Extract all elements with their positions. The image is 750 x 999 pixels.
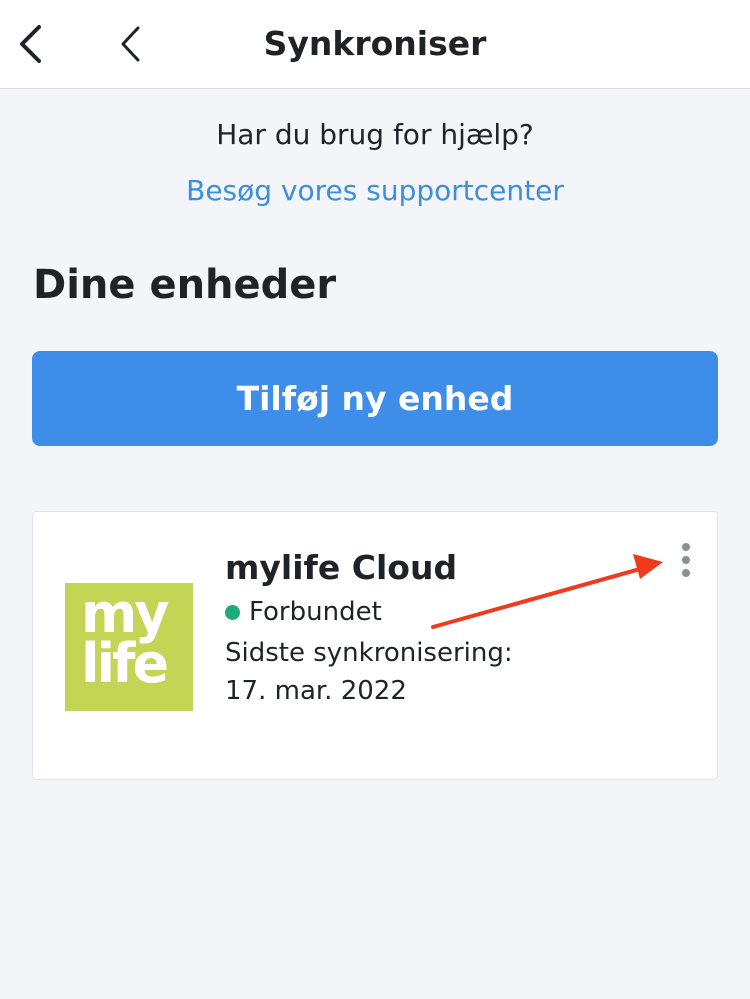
more-vertical-icon <box>682 569 690 577</box>
add-device-button[interactable]: Tilføj ny enhed <box>32 351 718 446</box>
help-question: Har du brug for hjælp? <box>216 118 534 151</box>
more-vertical-icon <box>682 556 690 564</box>
mylife-logo: my life <box>65 583 193 711</box>
more-options-button[interactable] <box>671 540 701 580</box>
last-sync-date: 17. mar. 2022 <box>225 676 407 706</box>
devices-heading: Dine enheder <box>33 262 337 308</box>
last-sync-label: Sidste synkronisering: <box>225 638 513 668</box>
status-dot-icon <box>225 604 240 620</box>
status-label: Forbundet <box>249 597 382 627</box>
page-title: Synkroniser <box>263 24 487 63</box>
support-center-link[interactable]: Besøg vores supportcenter <box>0 174 750 207</box>
top-bar: Synkroniser <box>0 0 750 89</box>
logo-text: my life <box>81 583 169 695</box>
device-name: mylife Cloud <box>225 548 458 587</box>
more-vertical-icon <box>682 543 690 551</box>
device-status: Forbundet <box>225 597 382 627</box>
device-card[interactable]: my life mylife Cloud Forbundet Sidste syn… <box>32 511 718 780</box>
